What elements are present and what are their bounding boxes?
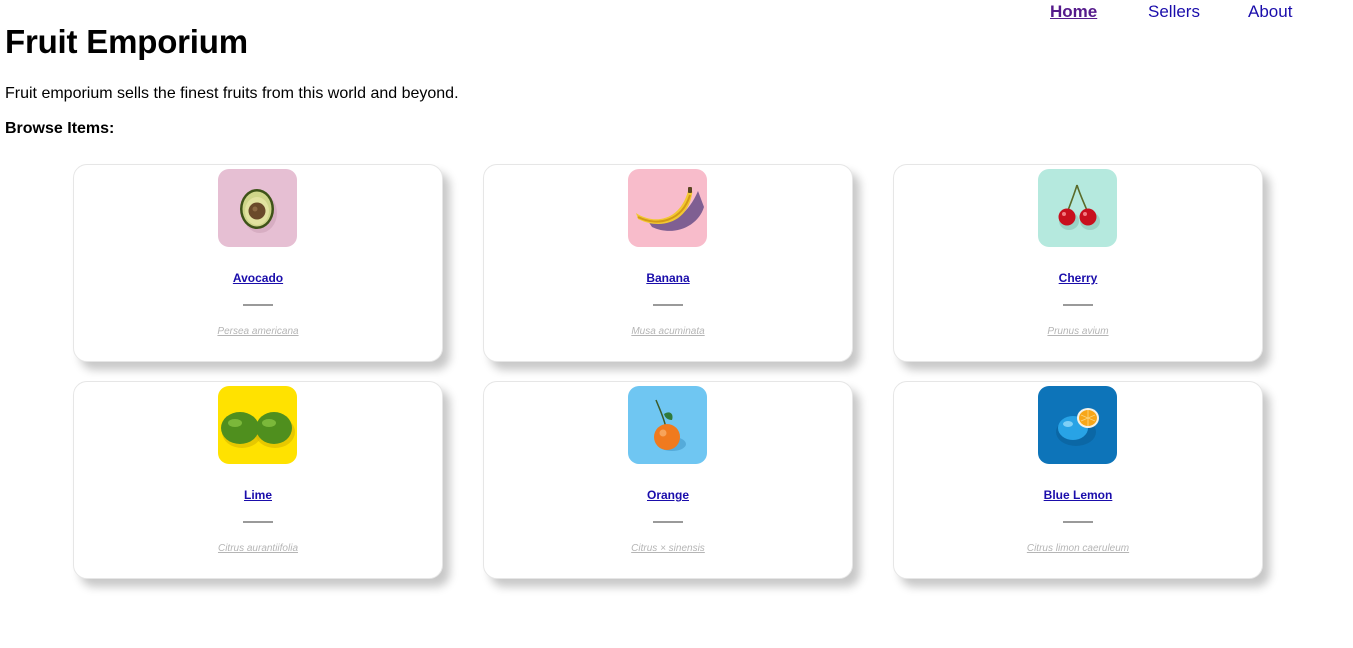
divider bbox=[1063, 304, 1093, 306]
item-scientific-name-link[interactable]: Citrus aurantiifolia bbox=[74, 542, 442, 556]
item-card-cherry[interactable]: Cherry Prunus avium bbox=[893, 164, 1263, 362]
nav-home-link[interactable]: Home bbox=[1050, 2, 1097, 22]
item-name-link[interactable]: Cherry bbox=[894, 270, 1262, 286]
top-navigation: Home Sellers About bbox=[1000, 2, 1340, 22]
avocado-image bbox=[218, 169, 297, 247]
lime-image bbox=[218, 386, 297, 464]
item-scientific-name-link[interactable]: Persea americana bbox=[74, 325, 442, 339]
item-card-blue-lemon[interactable]: Blue Lemon Citrus limon caeruleum bbox=[893, 381, 1263, 579]
item-scientific-name-link[interactable]: Prunus avium bbox=[894, 325, 1262, 339]
item-card-orange[interactable]: Orange Citrus × sinensis bbox=[483, 381, 853, 579]
item-scientific-name-link[interactable]: Citrus × sinensis bbox=[484, 542, 852, 556]
item-card-banana[interactable]: Banana Musa acuminata bbox=[483, 164, 853, 362]
item-card-lime[interactable]: Lime Citrus aurantiifolia bbox=[73, 381, 443, 579]
divider bbox=[653, 304, 683, 306]
item-name-link[interactable]: Lime bbox=[74, 487, 442, 503]
item-name-link[interactable]: Avocado bbox=[74, 270, 442, 286]
page-description: Fruit emporium sells the finest fruits f… bbox=[5, 85, 459, 102]
browse-items-heading: Browse Items: bbox=[5, 120, 115, 137]
nav-about-link[interactable]: About bbox=[1248, 2, 1292, 22]
blue-lemon-image bbox=[1038, 386, 1117, 464]
item-name-link[interactable]: Blue Lemon bbox=[894, 487, 1262, 503]
item-card-avocado[interactable]: Avocado Persea americana bbox=[73, 164, 443, 362]
page-title: Fruit Emporium bbox=[5, 23, 248, 60]
divider bbox=[243, 304, 273, 306]
nav-sellers-link[interactable]: Sellers bbox=[1148, 2, 1200, 22]
divider bbox=[1063, 521, 1093, 523]
divider bbox=[243, 521, 273, 523]
item-name-link[interactable]: Banana bbox=[484, 270, 852, 286]
item-scientific-name-link[interactable]: Musa acuminata bbox=[484, 325, 852, 339]
cherry-image bbox=[1038, 169, 1117, 247]
divider bbox=[653, 521, 683, 523]
item-scientific-name-link[interactable]: Citrus limon caeruleum bbox=[894, 542, 1262, 556]
item-name-link[interactable]: Orange bbox=[484, 487, 852, 503]
orange-image bbox=[628, 386, 707, 464]
banana-image bbox=[628, 169, 707, 247]
